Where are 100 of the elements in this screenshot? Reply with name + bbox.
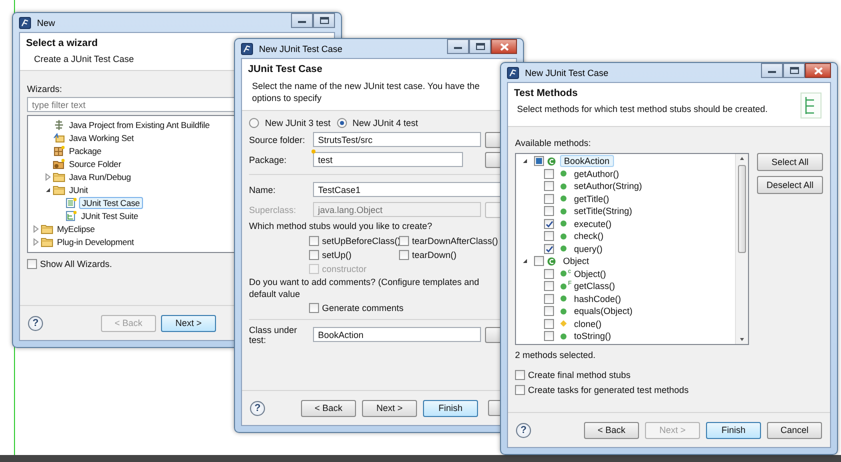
maximize-button[interactable]	[313, 13, 335, 28]
dialog-button[interactable]: Cancel	[767, 422, 822, 438]
checkbox-label[interactable]: setUpBeforeClass()	[322, 236, 401, 246]
method-item[interactable]: check()	[574, 231, 604, 242]
checkbox[interactable]	[27, 259, 37, 269]
folder-icon	[53, 184, 65, 195]
checkbox[interactable]	[544, 294, 554, 304]
tree-item[interactable]: Package	[67, 146, 104, 156]
method-item[interactable]: hashCode()	[574, 294, 622, 304]
method-item[interactable]: setAuthor(String)	[574, 181, 642, 192]
tree-item[interactable]: BookAction	[560, 155, 614, 168]
tree-item[interactable]: Plug-in Development	[55, 236, 136, 246]
checkbox[interactable]	[534, 256, 544, 266]
close-icon	[814, 66, 822, 74]
dialog-button[interactable]: Finish	[706, 422, 761, 438]
tree-item[interactable]: Source Folder	[67, 158, 124, 168]
tree-item[interactable]: JUnit Test Suite	[79, 210, 140, 220]
method-item[interactable]: execute()	[574, 218, 612, 229]
page-description: Create a JUnit Test Case	[33, 54, 134, 64]
checkbox[interactable]	[544, 281, 554, 292]
checkbox-label[interactable]: tearDown()	[412, 250, 457, 260]
method-item[interactable]: equals(Object)	[574, 306, 633, 316]
tree-item[interactable]: Object	[560, 256, 592, 266]
checkbox[interactable]	[309, 303, 319, 314]
dialog-button[interactable]: Select All	[757, 153, 823, 171]
radio-button[interactable]	[336, 118, 347, 128]
page-heading: Select a wizard	[26, 38, 98, 49]
dialog-button[interactable]: < Back	[584, 422, 639, 438]
radio-label[interactable]: New JUnit 3 test	[265, 118, 331, 128]
checkbox[interactable]	[515, 370, 525, 380]
radio-button[interactable]	[249, 118, 259, 128]
dialog-button[interactable]: Finish	[423, 400, 478, 416]
method-item[interactable]: Object()	[574, 268, 606, 279]
maximize-icon	[320, 17, 328, 24]
checkbox[interactable]	[534, 156, 544, 166]
minimize-button[interactable]	[291, 13, 313, 28]
checkbox[interactable]	[544, 318, 554, 329]
scrollbar[interactable]	[735, 154, 748, 344]
checkbox-label[interactable]: Show All Wizards.	[40, 259, 112, 269]
lightbulb-icon	[311, 149, 316, 154]
checkbox[interactable]	[544, 306, 554, 316]
method-item[interactable]: getClass()	[574, 281, 616, 292]
minimize-button[interactable]	[761, 63, 783, 78]
class-icon	[547, 156, 556, 166]
tree-item[interactable]: Java Run/Debug	[67, 172, 133, 182]
help-button[interactable]: ?	[516, 422, 531, 438]
method-item[interactable]: toString()	[574, 331, 612, 342]
close-button[interactable]	[805, 63, 831, 78]
comments-prompt: Do you want to add comments? (Configure templates and default value	[249, 276, 480, 300]
checkbox[interactable]	[544, 194, 554, 204]
tree-item[interactable]: JUnit	[67, 184, 90, 194]
method-item[interactable]: getAuthor()	[574, 168, 620, 179]
checkbox-label[interactable]: Create tasks for generated test methods	[528, 385, 689, 395]
radio-label[interactable]: New JUnit 4 test	[352, 118, 418, 128]
checkbox[interactable]	[544, 218, 554, 229]
method-item[interactable]: getTitle()	[574, 194, 610, 204]
checkbox-label[interactable]: tearDownAfterClass()	[412, 236, 498, 246]
checkbox[interactable]	[544, 331, 554, 342]
checkbox[interactable]	[544, 268, 554, 279]
method-item[interactable]: query()	[574, 244, 603, 254]
dialog-button[interactable]: Next >	[161, 314, 216, 332]
window-title: New JUnit Test Case	[525, 68, 608, 78]
text-field[interactable]: test	[313, 152, 463, 168]
tree-item[interactable]: Java Working Set	[67, 132, 136, 142]
method-item[interactable]: setTitle(String)	[574, 206, 632, 216]
checkbox[interactable]	[399, 250, 409, 260]
checkbox[interactable]	[309, 236, 319, 246]
help-button[interactable]: ?	[28, 316, 43, 330]
help-button[interactable]: ?	[250, 400, 265, 416]
checkbox[interactable]	[544, 244, 554, 254]
maximize-icon	[790, 67, 798, 74]
tree-item[interactable]: MyEclipse	[55, 224, 97, 234]
checkbox-label[interactable]: Create final method stubs	[528, 370, 631, 380]
dot-icon	[560, 232, 567, 240]
method-item[interactable]: clone()	[574, 318, 602, 329]
dialog-button[interactable]: < Back	[301, 400, 356, 416]
checkbox[interactable]	[515, 385, 525, 395]
diamond-icon	[560, 320, 567, 328]
checkbox-label[interactable]: Generate comments	[322, 303, 404, 314]
dialog-button[interactable]: Next >	[362, 400, 417, 416]
tree-item[interactable]: Java Project from Existing Ant Buildfile	[67, 120, 212, 130]
checkbox-label[interactable]: setUp()	[322, 250, 352, 260]
checkbox[interactable]	[544, 168, 554, 179]
checkbox[interactable]	[544, 206, 554, 216]
checkbox[interactable]	[544, 231, 554, 242]
close-button[interactable]	[491, 39, 517, 54]
page-heading: JUnit Test Case	[248, 64, 322, 75]
tree-item[interactable]: JUnit Test Case	[79, 196, 143, 208]
maximize-button[interactable]	[783, 63, 805, 78]
text-field[interactable]: BookAction	[313, 327, 481, 342]
tree-icon	[53, 119, 65, 130]
maximize-button[interactable]	[469, 39, 491, 54]
checkbox[interactable]	[544, 181, 554, 192]
checkbox[interactable]	[309, 250, 319, 260]
checkbox[interactable]	[399, 236, 409, 246]
minimize-button[interactable]	[447, 39, 469, 54]
folder-icon	[53, 171, 65, 182]
dialog-button[interactable]: Deselect All	[757, 176, 823, 194]
dot-icon	[560, 295, 567, 302]
text-field[interactable]: StrutsTest/src	[313, 132, 481, 148]
